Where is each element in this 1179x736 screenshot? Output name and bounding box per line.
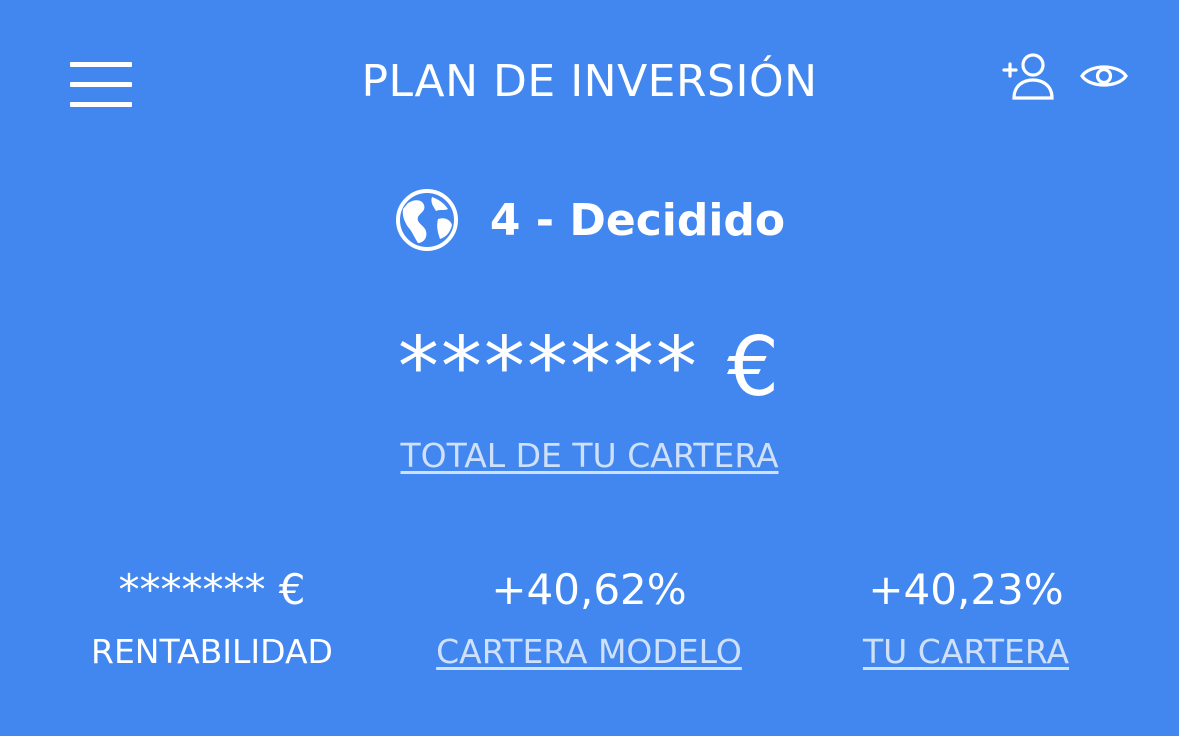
investor-profile: 4 - Decidido [0,185,1179,255]
stats-row: ******* € RENTABILIDAD +40,62% CARTERA M… [0,560,1179,690]
stat-model-portfolio: +40,62% CARTERA MODELO [409,560,769,672]
stat-label: RENTABILIDAD [91,632,333,671]
stat-return: ******* € RENTABILIDAD [32,560,392,672]
risk-profile-label: 4 - Decidido [489,194,786,246]
portfolio-total-value: ******* € [397,320,782,415]
globe-icon [395,189,458,251]
stat-value: +40,23% [868,565,1064,614]
stat-your-portfolio: +40,23% TU CARTERA [786,560,1146,672]
stat-value: ******* € [118,565,306,614]
portfolio-total-link[interactable]: TOTAL DE TU CARTERA [0,436,1179,475]
stat-value: +40,62% [491,565,687,614]
visibility-toggle-button[interactable] [1080,58,1128,94]
add-user-icon [1002,53,1054,100]
model-portfolio-link[interactable]: CARTERA MODELO [409,632,769,672]
header-bar: PLAN DE INVERSIÓN [0,0,1179,160]
eye-icon [1080,65,1128,87]
add-user-button[interactable] [1000,50,1058,104]
your-portfolio-link[interactable]: TU CARTERA [786,632,1146,672]
